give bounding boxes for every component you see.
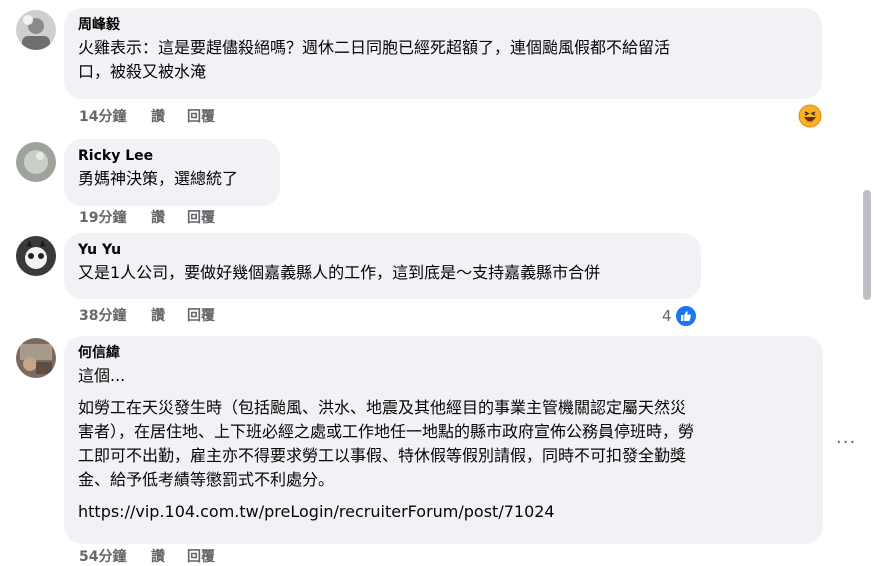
comment-timestamp[interactable]: 38分鐘 (79, 307, 151, 325)
comment-bubble: 周峰毅 火雞表示：這是要趕儘殺絕嗎？週休二日同胞已經死超額了，連個颱風假都不給留… (64, 8, 822, 99)
comment-text: 這個... (78, 366, 126, 385)
scrollbar-thumb[interactable] (863, 190, 871, 300)
comment-text: 如勞工在天災發生時（包括颱風、洪水、地震及其他經目的事業主管機關認定屬天然災 害… (78, 398, 695, 489)
comment-bubble: Ricky Lee 勇媽神決策，選總統了 (64, 139, 280, 206)
scrollbar[interactable] (862, 0, 876, 566)
comment-text: 勇媽神決策，選總統了 (78, 169, 239, 188)
comment-text: 火雞表示：這是要趕儘殺絕嗎？週休二日同胞已經死超額了，連個颱風假都不給留活 口，… (78, 38, 671, 81)
avatar[interactable] (16, 236, 56, 276)
reply-button[interactable]: 回覆 (187, 108, 223, 126)
like-button[interactable]: 讚 (151, 548, 187, 566)
comment-bubble: Yu Yu 又是1人公司，要做好幾個嘉義縣人的工作，這到底是～支持嘉義縣市合併 (64, 233, 701, 299)
avatar[interactable] (16, 142, 56, 182)
haha-emoji-icon[interactable] (798, 104, 822, 128)
comment-author[interactable]: 周峰毅 (78, 16, 808, 34)
comment-author[interactable]: Ricky Lee (78, 147, 266, 165)
comment-timestamp[interactable]: 19分鐘 (79, 209, 151, 227)
more-options-icon[interactable]: ··· (836, 432, 856, 453)
reply-button[interactable]: 回覆 (187, 209, 223, 227)
like-icon (674, 305, 697, 327)
comment-author[interactable]: 何信緯 (78, 344, 809, 362)
like-button[interactable]: 讚 (151, 209, 187, 227)
comment-actions: 19分鐘 讚 回覆 (79, 209, 223, 227)
reaction-count: 4 (662, 307, 672, 325)
comment-actions: 14分鐘 讚 回覆 (79, 108, 223, 126)
reaction-summary[interactable]: 4 (662, 305, 697, 327)
comment-actions: 38分鐘 讚 回覆 (79, 307, 223, 325)
comment-timestamp[interactable]: 14分鐘 (79, 108, 151, 126)
comment-timestamp[interactable]: 54分鐘 (79, 548, 151, 566)
avatar[interactable] (16, 338, 56, 378)
like-button[interactable]: 讚 (151, 307, 187, 325)
comment-author[interactable]: Yu Yu (78, 241, 687, 259)
avatar[interactable] (16, 10, 56, 50)
comment-text: 又是1人公司，要做好幾個嘉義縣人的工作，這到底是～支持嘉義縣市合併 (78, 263, 601, 282)
reply-button[interactable]: 回覆 (187, 548, 223, 566)
like-button[interactable]: 讚 (151, 108, 187, 126)
reply-button[interactable]: 回覆 (187, 307, 223, 325)
comment-link[interactable]: https://vip.104.com.tw/preLogin/recruite… (78, 500, 809, 524)
comment-bubble: 何信緯 這個... 如勞工在天災發生時（包括颱風、洪水、地震及其他經目的事業主管… (64, 336, 823, 544)
comment-actions: 54分鐘 讚 回覆 (79, 548, 223, 566)
